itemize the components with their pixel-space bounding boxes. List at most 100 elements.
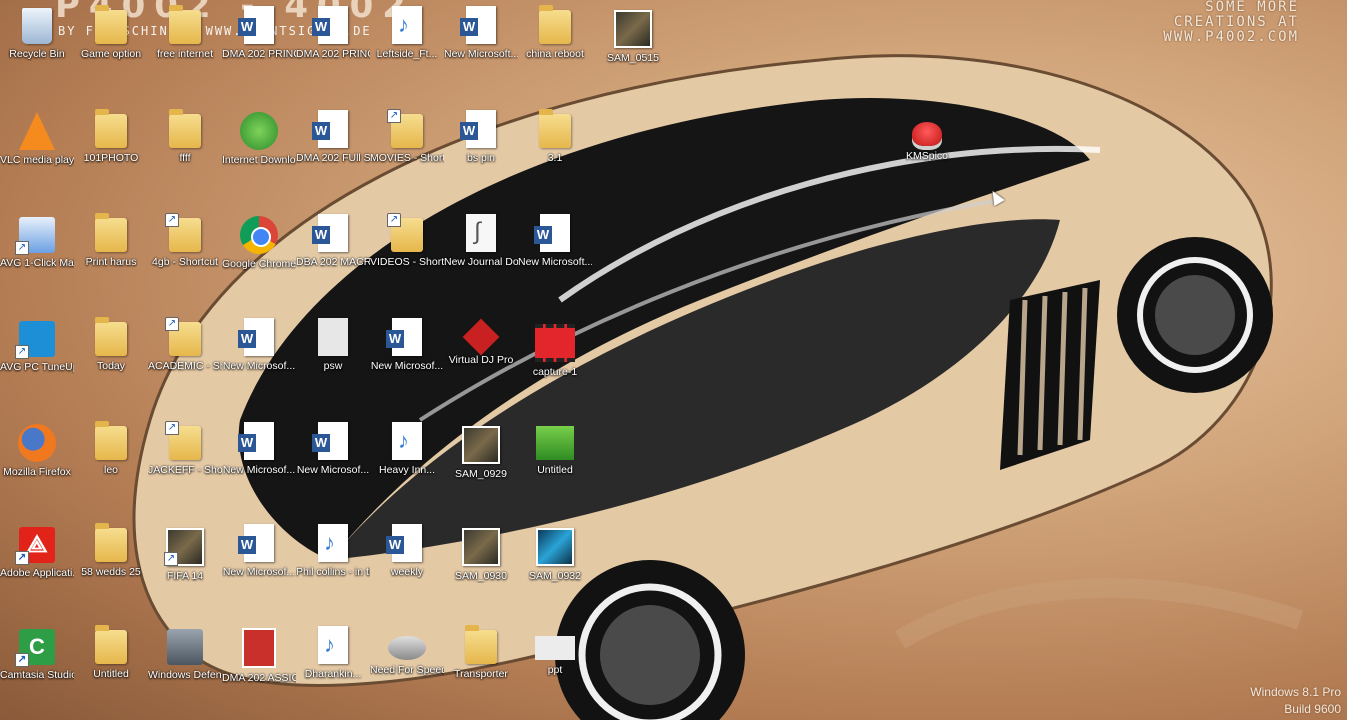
desktop-icon-label: SAM_0932	[529, 570, 581, 582]
desktop-icon[interactable]: DBA 202 MACROEC...	[296, 212, 370, 269]
folder-shortcut-icon	[165, 421, 201, 460]
desktop-icon[interactable]: New Microsoft...	[444, 4, 518, 61]
desktop-icon[interactable]: leo	[74, 420, 148, 477]
desktop-icon[interactable]: AVG 1-Click Maintenance	[0, 212, 74, 270]
desktop-icon[interactable]: 101PHOTO	[74, 108, 148, 165]
desktop-icon[interactable]: New Microsof...	[296, 420, 370, 477]
desktop-icon-label: 3.1	[547, 152, 563, 164]
desktop-icon[interactable]: Mozilla Firefox	[0, 420, 74, 479]
desktop-icon[interactable]: capture-1	[518, 316, 592, 379]
word-doc-icon	[312, 214, 348, 252]
desktop-icon-label: china reboot	[526, 48, 584, 60]
desktop-icon[interactable]: New Microsof...	[222, 522, 296, 579]
folder-shortcut-icon	[387, 109, 423, 148]
desktop-icon[interactable]: Transporter	[444, 624, 518, 681]
wallpaper-watermark-right: SOME MORE CREATIONS AT WWW.P4002.COM	[1163, 0, 1299, 45]
desktop-icon-label: Heavy Inn...	[378, 464, 436, 476]
desktop-icon[interactable]: ffff	[148, 108, 222, 165]
desktop-icon[interactable]: MOVIES - Shortcut	[370, 108, 444, 165]
desktop-icon-label: Phil collins - in the air t...	[296, 566, 370, 578]
desktop-icon-label: Game option	[80, 48, 142, 60]
blank-file-icon	[318, 318, 348, 356]
desktop-icon-label: DMA 202 ASSIGN...	[222, 672, 296, 684]
desktop-icon[interactable]: china reboot	[518, 4, 592, 61]
desktop-icon-label: SAM_0930	[455, 570, 507, 582]
desktop-icon[interactable]: New Journal Document	[444, 212, 518, 269]
watermark-line: CREATIONS AT	[1173, 14, 1299, 30]
desktop-icon[interactable]: SAM_0515	[596, 4, 670, 65]
desktop-icon[interactable]: Need For Speed H...	[370, 624, 444, 677]
desktop-icon-label: New Journal Document	[444, 256, 518, 268]
desktop-icon[interactable]: DMA 202 ASSIGN...	[222, 624, 296, 685]
desktop-icon[interactable]: bs pin	[444, 108, 518, 165]
desktop-icon[interactable]: Untitled	[74, 624, 148, 681]
recycle-bin-icon	[22, 8, 52, 44]
desktop-icon[interactable]: Phil collins - in the air t...	[296, 522, 370, 579]
desktop-icon[interactable]: JACKEFF - Shortcut	[148, 420, 222, 477]
mp3-file-icon	[392, 6, 422, 44]
desktop-icon-label: Internet Downlo...	[222, 154, 296, 166]
folder-shortcut-icon	[165, 317, 201, 356]
desktop-icon-label: New Microsof...	[222, 464, 296, 476]
desktop-icon-label: Untitled	[537, 464, 573, 476]
desktop-icon-label: VIDEOS - Shortcut	[370, 256, 444, 268]
desktop-icon[interactable]: Leftside_Ft...	[370, 4, 444, 61]
desktop-icon[interactable]: ACADEMIC - Shortcut	[148, 316, 222, 373]
desktop-icon[interactable]: DMA 202 PRINCIPLE...	[222, 4, 296, 61]
desktop-icon[interactable]: DMA 202 FUll Su...	[296, 108, 370, 165]
desktop-icon[interactable]: SAM_0932	[518, 522, 592, 583]
desktop-icon[interactable]: New Microsof...	[370, 316, 444, 373]
desktop-icon-label: New Microsof...	[296, 464, 370, 476]
desktop-icon[interactable]: Print harus	[74, 212, 148, 269]
desktop-icon[interactable]: New Microsof...	[222, 316, 296, 373]
desktop-icon[interactable]: Untitled	[518, 420, 592, 477]
desktop-icon-label: KMSpico	[905, 150, 948, 162]
desktop-icon[interactable]: Dharankin...	[296, 624, 370, 681]
desktop-icon[interactable]: Game option	[74, 4, 148, 61]
desktop-icon[interactable]: KMSpico	[890, 108, 964, 163]
desktop-icon-label: Untitled	[93, 668, 129, 680]
desktop-icon[interactable]: Windows Defender	[148, 624, 222, 682]
desktop-icon[interactable]: Heavy Inn...	[370, 420, 444, 477]
desktop-icon[interactable]: Virtual DJ Pro	[444, 316, 518, 367]
adobe-icon: ⟁	[15, 527, 55, 565]
desktop-icon[interactable]: free internet	[148, 4, 222, 61]
journal-icon	[466, 214, 496, 252]
desktop-icon[interactable]: C Camtasia Studio 7	[0, 624, 74, 682]
desktop-icon[interactable]: VIDEOS - Shortcut	[370, 212, 444, 269]
desktop-icon[interactable]: New Microsoft...	[518, 212, 592, 269]
desktop-icon-label: Leftside_Ft...	[376, 48, 438, 60]
desktop-icon-label: New Microsof...	[370, 360, 444, 372]
desktop-icon[interactable]: SAM_0930	[444, 522, 518, 583]
desktop-icon[interactable]: SAM_0929	[444, 420, 518, 481]
desktop-icon[interactable]: ⟁ Adobe Applicati...	[0, 522, 74, 580]
desktop-icon[interactable]: ppt	[518, 624, 592, 677]
photo-icon	[462, 426, 500, 464]
desktop-icon[interactable]: AVG PC TuneUp 2014	[0, 316, 74, 374]
fifa-icon	[164, 528, 204, 566]
desktop-icon[interactable]: Today	[74, 316, 148, 373]
desktop-icon[interactable]: 3.1	[518, 108, 592, 165]
desktop-icon[interactable]: 4gb - Shortcut	[148, 212, 222, 269]
desktop-icon-label: Google Chrome	[222, 258, 296, 270]
desktop-icon-label: Today	[96, 360, 126, 372]
desktop-icon[interactable]: DMA 202 PRINCIPLE...	[296, 4, 370, 61]
desktop-icon-label: Recycle Bin	[9, 48, 65, 60]
desktop-icon[interactable]: psw	[296, 316, 370, 373]
photo-icon	[614, 10, 652, 48]
desktop-icon-label: free internet	[156, 48, 214, 60]
idm-icon	[240, 112, 278, 150]
desktop-icon[interactable]: Google Chrome	[222, 212, 296, 271]
desktop-icon-label: DMA 202 PRINCIPLE...	[296, 48, 370, 60]
desktop-icon[interactable]: FIFA 14	[148, 522, 222, 583]
desktop-icon[interactable]: Internet Downlo...	[222, 108, 296, 167]
desktop-icon[interactable]: VLC media player	[0, 108, 74, 167]
nfs-icon	[388, 636, 426, 660]
video-green-icon	[536, 426, 574, 460]
desktop-icon[interactable]: weekly	[370, 522, 444, 579]
desktop-icon[interactable]: 58 wedds 25	[74, 522, 148, 579]
desktop-icon[interactable]: Recycle Bin	[0, 4, 74, 61]
desktop-icon-label: MOVIES - Shortcut	[370, 152, 444, 164]
desktop-icon[interactable]: New Microsof...	[222, 420, 296, 477]
folder-icon	[95, 523, 127, 562]
